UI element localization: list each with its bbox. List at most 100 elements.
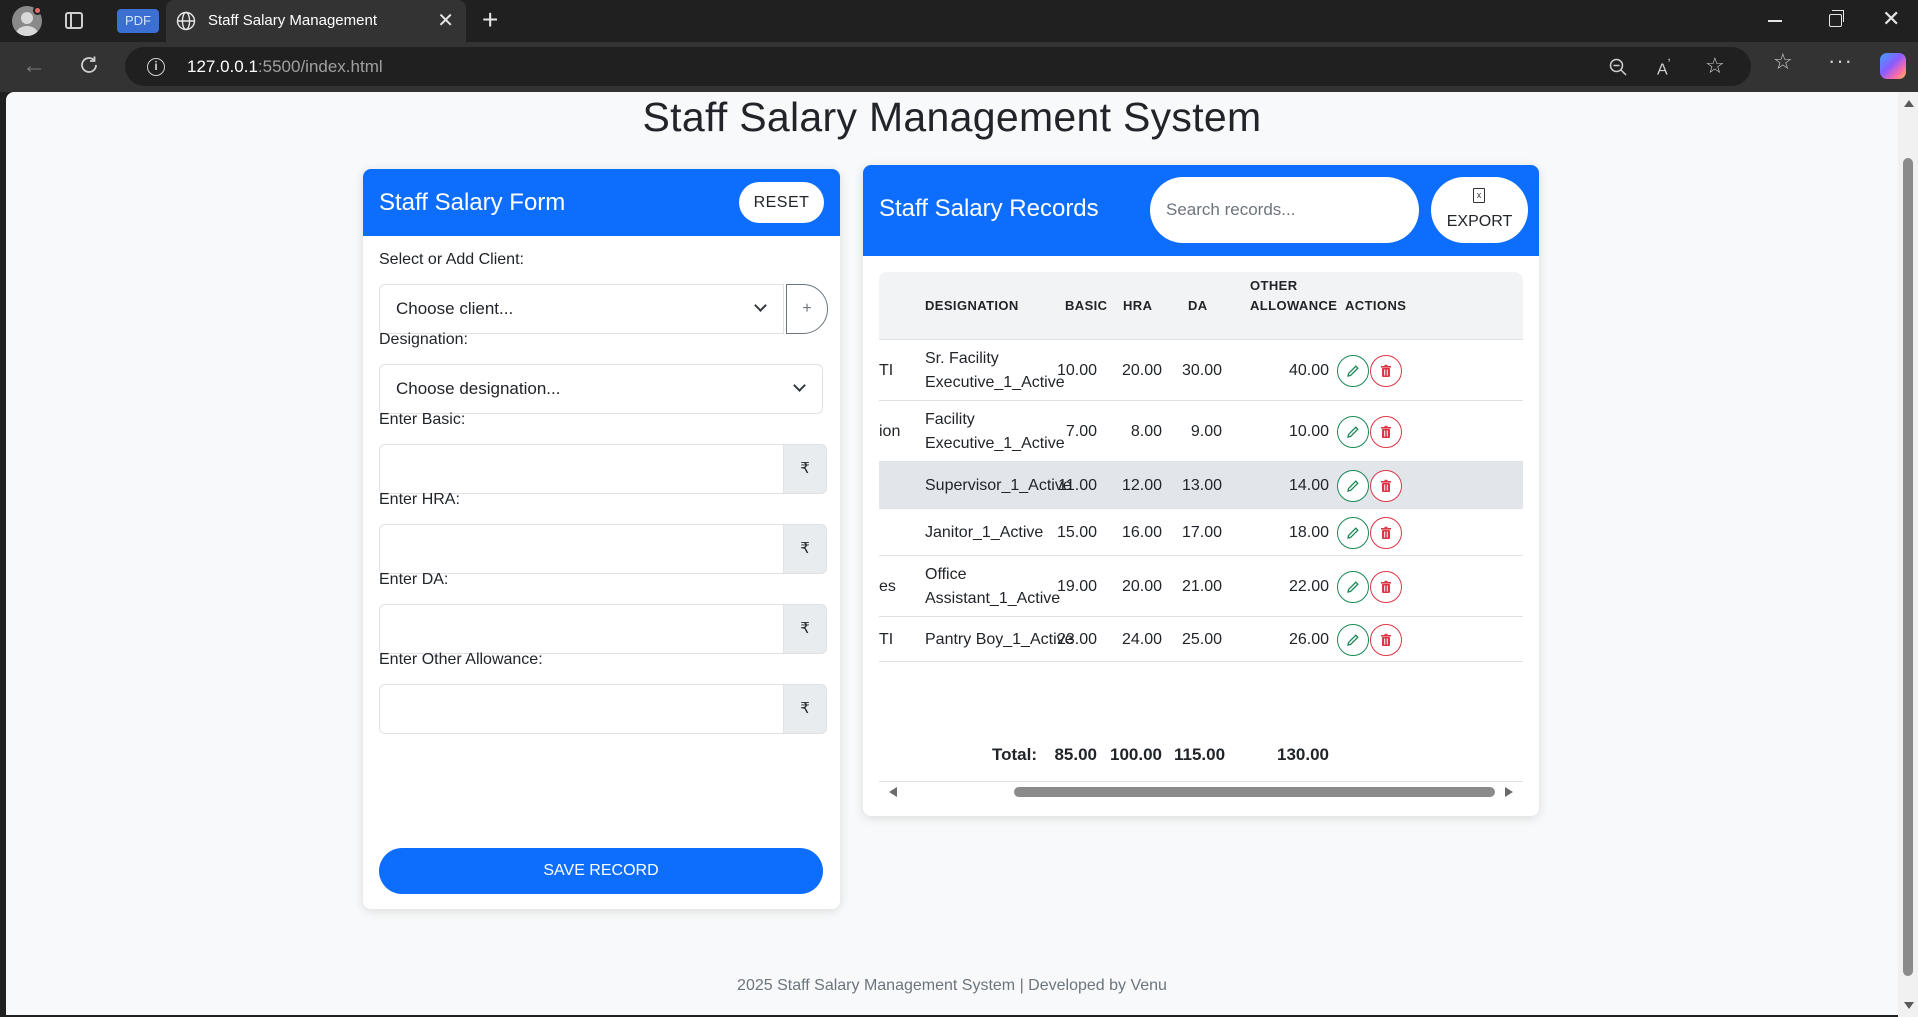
page-footer: 2025 Staff Salary Management System | De… xyxy=(737,977,1167,994)
records-table: DESIGNATION BASIC HRA DA OTHER ALLOWANCE… xyxy=(879,272,1523,802)
other-cell: 40.00 xyxy=(1288,361,1329,379)
reload-icon[interactable] xyxy=(78,54,100,76)
horizontal-scrollbar[interactable] xyxy=(879,783,1523,801)
page-scrollbar[interactable] xyxy=(1898,92,1918,1017)
trash-icon xyxy=(1381,425,1391,438)
table-header: DESIGNATION BASIC HRA DA OTHER ALLOWANCE… xyxy=(879,272,1523,340)
trash-icon xyxy=(1381,364,1391,377)
hra-cell: 12.00 xyxy=(1121,476,1162,494)
back-icon[interactable]: ← xyxy=(22,52,46,80)
hra-label: Enter HRA: xyxy=(379,491,460,508)
trash-icon xyxy=(1381,526,1391,539)
delete-button[interactable] xyxy=(1370,415,1402,448)
page-scroll-thumb[interactable] xyxy=(1903,158,1913,976)
edit-icon xyxy=(1347,364,1359,377)
save-record-button[interactable]: SAVE RECORD xyxy=(379,848,823,894)
minimize-icon[interactable] xyxy=(1768,20,1782,22)
designation-label: Designation: xyxy=(379,331,468,348)
favorites-icon[interactable]: ☆ xyxy=(1773,49,1793,75)
restore-icon[interactable] xyxy=(1829,10,1844,27)
export-label: EXPORT xyxy=(1446,213,1513,230)
col-basic: BASIC xyxy=(1065,298,1108,313)
hra-cell: 8.00 xyxy=(1130,422,1162,440)
info-icon[interactable]: i xyxy=(147,58,165,76)
scroll-thumb[interactable] xyxy=(1014,787,1495,797)
delete-button[interactable] xyxy=(1370,623,1402,656)
client-select-value: Choose client... xyxy=(396,299,514,318)
designation-select[interactable]: Choose designation... xyxy=(379,364,823,414)
tab-title: Staff Salary Management xyxy=(208,12,377,29)
da-cell: 25.00 xyxy=(1181,630,1222,648)
total-other: 130.00 xyxy=(1277,745,1329,764)
edit-icon xyxy=(1347,479,1359,492)
edit-button[interactable] xyxy=(1337,354,1369,387)
hra-input[interactable] xyxy=(379,524,784,574)
rupee-icon: ₹ xyxy=(784,684,827,734)
da-input[interactable] xyxy=(379,604,784,654)
close-icon[interactable]: ✕ xyxy=(437,8,454,33)
edit-button[interactable] xyxy=(1337,415,1369,448)
tabs-icon[interactable] xyxy=(65,12,83,29)
url-text: 127.0.0.1:5500/index.html xyxy=(187,57,383,76)
pdf-tab-badge[interactable]: PDF xyxy=(117,9,159,33)
designation-cell: Sr. Facility xyxy=(925,349,999,367)
chevron-down-icon xyxy=(754,299,767,312)
designation-cell: Janitor_1_Active xyxy=(925,523,1044,541)
total-hra: 100.00 xyxy=(1110,745,1162,764)
tab-staff-salary[interactable]: Staff Salary Management ✕ xyxy=(166,0,466,42)
designation-cell-line2: Executive_1_Active xyxy=(925,434,1065,452)
edit-button[interactable] xyxy=(1337,570,1369,603)
add-client-button[interactable]: + xyxy=(786,284,828,334)
col-other-line1: OTHER xyxy=(1250,278,1298,293)
basic-input[interactable] xyxy=(379,444,784,494)
basic-cell: 11.00 xyxy=(1058,476,1097,494)
read-aloud-icon[interactable]: Aʼ xyxy=(1657,56,1671,79)
zoom-icon[interactable] xyxy=(1609,58,1627,76)
page-viewport: Staff Salary Management System Staff Sal… xyxy=(6,92,1898,1015)
search-input[interactable] xyxy=(1150,177,1419,243)
da-cell: 13.00 xyxy=(1181,476,1222,494)
other-allowance-label: Enter Other Allowance: xyxy=(379,651,543,668)
col-da: DA xyxy=(1188,298,1208,313)
reset-button[interactable]: RESET xyxy=(739,182,824,223)
url-bar[interactable]: i 127.0.0.1:5500/index.html Aʼ ☆ xyxy=(125,47,1751,86)
table-row: TI Sr. Facility Executive_1_Active 10.00 20.… xyxy=(879,340,1523,401)
edit-icon xyxy=(1347,425,1359,438)
scroll-right-icon[interactable] xyxy=(1505,787,1513,797)
hra-cell: 20.00 xyxy=(1121,577,1162,595)
clipped-cell: ion xyxy=(879,422,901,440)
star-icon[interactable]: ☆ xyxy=(1705,53,1725,79)
delete-button[interactable] xyxy=(1370,516,1402,549)
scroll-up-icon[interactable] xyxy=(1904,100,1914,107)
delete-button[interactable] xyxy=(1370,570,1402,603)
delete-button[interactable] xyxy=(1370,469,1402,502)
scroll-down-icon[interactable] xyxy=(1904,1002,1914,1009)
clipped-cell: TI xyxy=(879,361,894,379)
da-label: Enter DA: xyxy=(379,571,449,588)
plus-icon[interactable]: + xyxy=(482,4,498,36)
profile-notification-dot xyxy=(33,6,42,15)
copilot-icon[interactable] xyxy=(1880,53,1906,79)
excel-icon: x xyxy=(1473,188,1485,203)
trash-icon xyxy=(1381,633,1391,646)
da-cell: 9.00 xyxy=(1190,422,1222,440)
other-cell: 10.00 xyxy=(1288,422,1329,440)
table-row: TI Pantry Boy_1_Active 23.00 24.00 25.00 26.0… xyxy=(879,617,1523,662)
designation-cell-line2: Assistant_1_Active xyxy=(925,589,1061,607)
other-allowance-input[interactable] xyxy=(379,684,784,734)
scroll-left-icon[interactable] xyxy=(889,787,897,797)
hra-cell: 24.00 xyxy=(1121,630,1162,648)
browser-addressbar: ← i 127.0.0.1:5500/index.html Aʼ ☆ xyxy=(0,42,1918,92)
more-icon[interactable]: ··· xyxy=(1828,48,1853,74)
table-row: es Office Assistant_1_Active 19.00 20.00 21.0… xyxy=(879,556,1523,617)
client-label: Select or Add Client: xyxy=(379,251,524,268)
client-select[interactable]: Choose client... xyxy=(379,284,784,334)
window-close-icon[interactable]: ✕ xyxy=(1882,6,1900,32)
export-button[interactable]: x EXPORT xyxy=(1431,177,1528,243)
edit-button[interactable] xyxy=(1337,516,1369,549)
delete-button[interactable] xyxy=(1370,354,1402,387)
totals-label: Total: xyxy=(991,745,1037,764)
edit-button[interactable] xyxy=(1337,469,1369,502)
total-basic: 85.00 xyxy=(1054,745,1097,764)
edit-button[interactable] xyxy=(1337,623,1369,656)
